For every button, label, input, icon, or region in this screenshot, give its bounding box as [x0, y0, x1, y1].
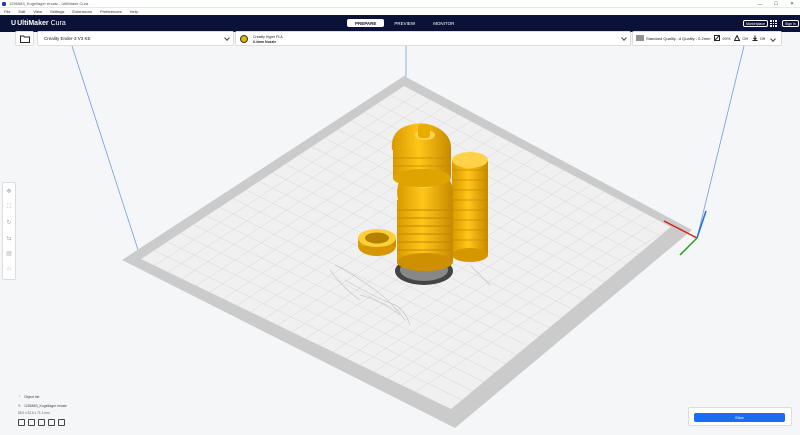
logo-word-cura: Cura: [50, 20, 66, 27]
view-3d-icon[interactable]: [18, 419, 25, 426]
chevron-down-icon: [770, 35, 776, 42]
object-list-label: Object list: [23, 395, 40, 399]
ultimaker-cura-logo: U UltiMaker Cura: [11, 19, 66, 28]
slice-panel: Slice: [688, 407, 792, 426]
support-icon: [734, 34, 741, 42]
menu-extensions[interactable]: Extensions: [72, 9, 92, 14]
maximize-button[interactable]: ☐: [768, 0, 784, 8]
print-settings-bar[interactable]: Standard Quality...d Quality - 0.2mm 20%…: [632, 31, 782, 46]
logo-word: UltiMaker: [17, 20, 49, 27]
view-orientation-buttons: [18, 419, 108, 426]
logo-mark: U: [11, 20, 17, 27]
printer-selector[interactable]: Creality Ender-3 V3 KE: [37, 31, 234, 46]
chevron-up-icon: ⌃: [18, 395, 21, 399]
folder-icon: [19, 35, 30, 43]
menu-edit[interactable]: Edit: [18, 9, 25, 14]
window-titlebar: 1256583_Kugellager ersatz - UltiMaker Cu…: [0, 0, 800, 8]
menu-view[interactable]: View: [33, 9, 42, 14]
view-top-icon[interactable]: [38, 419, 45, 426]
minimize-button[interactable]: —: [752, 0, 768, 8]
stage-tabs: PREPARE PREVIEW MONITOR: [347, 19, 464, 27]
menu-file[interactable]: File: [4, 9, 10, 14]
volume-edge-right: [696, 45, 745, 239]
quality-profile: Standard Quality...d Quality - 0.2mm: [646, 36, 711, 41]
tab-preview[interactable]: PREVIEW: [386, 19, 423, 27]
support-blocker-icon[interactable]: ⌂: [4, 264, 14, 276]
cura-app-icon: [2, 1, 6, 6]
close-button[interactable]: ✕: [784, 0, 800, 8]
window-title: 1256583_Kugellager ersatz - UltiMaker Cu…: [9, 1, 89, 6]
move-tool-icon[interactable]: ✥: [4, 186, 14, 198]
menu-settings[interactable]: Settings: [50, 9, 64, 14]
window-controls: — ☐ ✕: [752, 0, 800, 8]
material-name: Creality Hyper PLA: [253, 35, 283, 39]
build-plate-scene: [71, 45, 745, 428]
object-list-toggle[interactable]: ⌃ Object list: [18, 394, 108, 400]
support-value: Off: [742, 36, 748, 41]
menu-bar: File Edit View Settings Extensions Prefe…: [0, 8, 800, 15]
scale-tool-icon[interactable]: ⛶: [4, 202, 14, 214]
chevron-down-icon: [621, 35, 627, 41]
tool-toolbar: ✥ ⛶ ↻ ⇆ ▤ ⌂: [2, 182, 16, 280]
menu-help[interactable]: Help: [130, 9, 138, 14]
model-main-part: [391, 123, 453, 271]
view-left-icon[interactable]: [48, 419, 55, 426]
object-list-panel: ⌃ Object list ✎ 1256583_Kugellager ersat…: [18, 394, 108, 426]
tab-prepare[interactable]: PREPARE: [347, 19, 385, 27]
nozzle-size: 0.4mm Nozzle: [253, 40, 277, 44]
object-name: 1256583_Kugellager ersatz: [23, 404, 67, 408]
chevron-down-icon: [224, 35, 230, 41]
object-item[interactable]: ✎ 1256583_Kugellager ersatz: [18, 403, 108, 409]
model-small-ring: [358, 229, 396, 256]
model-cylinder-stack: [452, 152, 488, 262]
view-front-icon[interactable]: [28, 419, 35, 426]
object-dimensions: 58.9 x 52.6 x 71.2 mm: [18, 411, 50, 415]
settings-sliders-icon: [636, 35, 644, 42]
adhesion-icon: [752, 35, 758, 42]
3d-viewport[interactable]: [0, 45, 800, 435]
infill-icon: [714, 35, 721, 42]
slice-button[interactable]: Slice: [694, 413, 785, 422]
open-file-button[interactable]: [15, 31, 34, 46]
adhesion-value: Off: [759, 36, 765, 41]
menu-preferences[interactable]: Preferences: [100, 9, 122, 14]
app-header: U UltiMaker Cura PREPARE PREVIEW MONITOR…: [0, 15, 800, 32]
marketplace-button[interactable]: Marketplace: [743, 20, 769, 27]
per-model-settings-icon[interactable]: ▤: [4, 248, 14, 260]
printer-name: Creality Ender-3 V3 KE: [44, 36, 91, 41]
tab-monitor[interactable]: MONITOR: [425, 19, 462, 27]
sign-in-button[interactable]: Sign in: [782, 20, 799, 27]
filament-spool-icon: [240, 35, 248, 43]
mirror-tool-icon[interactable]: ⇆: [4, 233, 14, 245]
infill-value: 20%: [722, 36, 731, 41]
material-selector[interactable]: Creality Hyper PLA 0.4mm Nozzle: [235, 31, 631, 46]
pencil-icon: ✎: [18, 404, 21, 408]
rotate-tool-icon[interactable]: ↻: [4, 217, 14, 229]
apps-grid-icon[interactable]: [770, 20, 777, 27]
volume-edge-left: [71, 45, 142, 260]
view-right-icon[interactable]: [58, 419, 65, 426]
